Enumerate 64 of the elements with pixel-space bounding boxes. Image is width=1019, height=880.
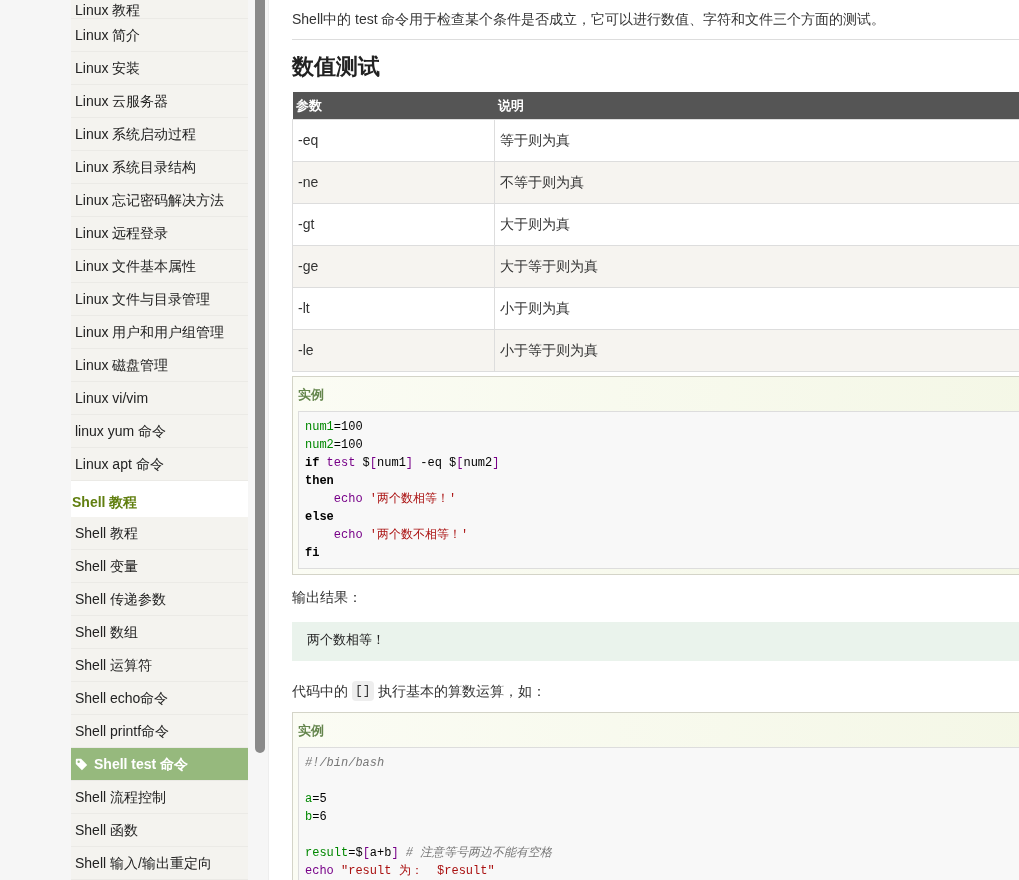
code-line: then: [305, 472, 334, 490]
section-title: 数值测试: [292, 53, 381, 81]
table-cell: -ne: [292, 161, 495, 203]
table-cell: -lt: [292, 287, 495, 329]
table-cell: 小于等于则为真: [494, 329, 1019, 371]
code-line: #!/bin/bash: [305, 754, 385, 772]
example-title: 实例: [298, 721, 325, 740]
sidebar-item[interactable]: Shell 运算符: [71, 649, 248, 682]
table-cell: 等于则为真: [494, 119, 1019, 161]
sidebar-item[interactable]: Linux 文件与目录管理: [71, 283, 248, 316]
code-line: echo "result 为： $result": [305, 862, 495, 880]
tag-icon: [75, 757, 88, 771]
code-line: echo '两个数相等！': [332, 490, 457, 508]
table-cell: 大于则为真: [494, 203, 1019, 245]
sidebar-item[interactable]: Linux 远程登录: [71, 217, 248, 250]
table-cell: 小于则为真: [494, 287, 1019, 329]
output-label: 输出结果：: [292, 587, 363, 607]
sidebar-item[interactable]: Linux 安装: [71, 52, 248, 85]
sidebar-item[interactable]: Shell 教程: [71, 517, 248, 550]
sidebar-item[interactable]: Shell 传递参数: [71, 583, 248, 616]
code-line: else: [305, 508, 334, 526]
sidebar-item[interactable]: Linux 用户和用户组管理: [71, 316, 248, 349]
sidebar-item[interactable]: Linux 忘记密码解决方法: [71, 184, 248, 217]
sidebar-item[interactable]: Linux apt 命令: [71, 448, 248, 481]
code-line: if test $[num1] -eq $[num2]: [305, 454, 500, 472]
code-line: fi: [305, 544, 320, 562]
sidebar-item[interactable]: Linux 教程: [71, 0, 248, 19]
table-header: 说明: [494, 92, 1019, 119]
sidebar-item[interactable]: Shell 流程控制: [71, 781, 248, 814]
table-cell: -eq: [292, 119, 495, 161]
sidebar-item[interactable]: Linux 系统目录结构: [71, 151, 248, 184]
sidebar-item[interactable]: Linux vi/vim: [71, 382, 248, 415]
code-line: b=6: [305, 808, 327, 826]
sidebar-item[interactable]: Linux 云服务器: [71, 85, 248, 118]
sidebar-item[interactable]: Linux 简介: [71, 19, 248, 52]
sidebar-item[interactable]: Linux 文件基本属性: [71, 250, 248, 283]
code-line: echo '两个数不相等！': [332, 526, 469, 544]
output-box: 两个数相等！: [292, 621, 1019, 661]
sidebar-item[interactable]: Shell echo命令: [71, 682, 248, 715]
sidebar-item[interactable]: Shell 函数: [71, 814, 248, 847]
paragraph-text: 代码中的: [292, 681, 348, 701]
scrollbar-thumb[interactable]: [255, 0, 265, 753]
intro-text: Shell中的 test 命令用于检查某个条件是否成立，它可以进行数值、字符和文件三个方面的测试。: [292, 10, 887, 29]
inline-code: []: [352, 681, 374, 701]
table-cell: -le: [292, 329, 495, 371]
code-line: num1=100: [305, 418, 363, 436]
sidebar-item[interactable]: Shell printf命令: [71, 715, 248, 748]
example-title: 实例: [298, 385, 325, 404]
table-cell: -ge: [292, 245, 495, 287]
sidebar-item[interactable]: Shell 变量: [71, 550, 248, 583]
sidebar-item[interactable]: Linux 磁盘管理: [71, 349, 248, 382]
table-cell: -gt: [292, 203, 495, 245]
sidebar-heading: Shell 教程: [71, 493, 138, 512]
table-cell: 大于等于则为真: [494, 245, 1019, 287]
sidebar-item[interactable]: linux yum 命令: [71, 415, 248, 448]
code-line: num2=100: [305, 436, 363, 454]
table-cell: 不等于则为真: [494, 161, 1019, 203]
sidebar-item[interactable]: Shell 输入/输出重定向: [71, 847, 248, 880]
paragraph-text: 执行基本的算数运算，如：: [377, 681, 546, 701]
table-header: 参数: [292, 92, 495, 119]
code-line: result=$[a+b] # 注意等号两边不能有空格: [305, 844, 553, 862]
sidebar-item[interactable]: Linux 系统启动过程: [71, 118, 248, 151]
sidebar-item[interactable]: Shell 数组: [71, 616, 248, 649]
code-line: a=5: [305, 790, 327, 808]
